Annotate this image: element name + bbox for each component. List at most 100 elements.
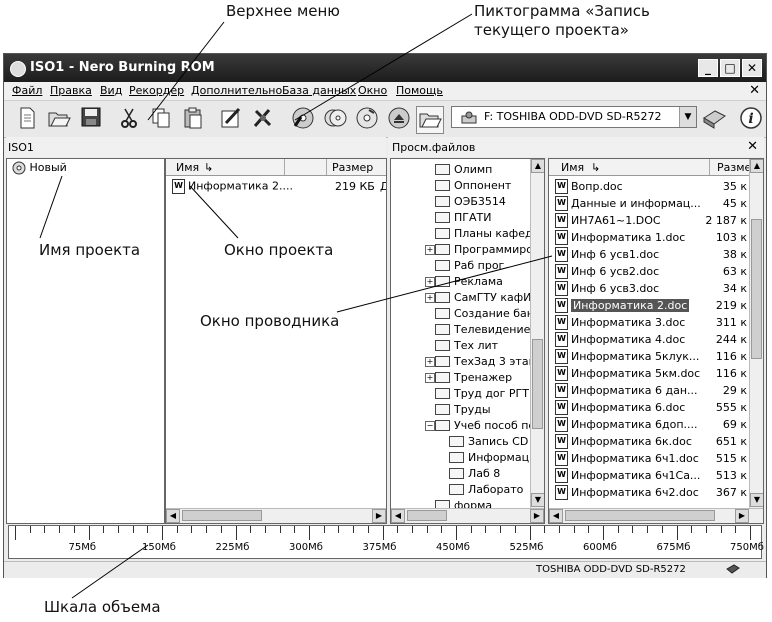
file-row[interactable]: W Информатика 6 дан... 29 к <box>551 382 747 399</box>
disc-info-icon[interactable] <box>354 106 380 132</box>
folder-tree-item[interactable]: + ТехЗад 3 этап <box>391 353 536 370</box>
scroll-thumb[interactable] <box>532 339 543 429</box>
explorer-hscrollbar[interactable]: ◀ ▶ <box>549 508 763 523</box>
info-icon[interactable]: i <box>738 106 764 132</box>
folder-tree-item[interactable]: Телевидение <box>391 321 530 338</box>
scroll-right-icon[interactable]: ▶ <box>735 509 749 523</box>
project-file-row[interactable]: W Информатика 2.... <box>172 179 293 196</box>
burn-icon[interactable] <box>290 106 316 132</box>
title-bar[interactable]: ISO1 - Nero Burning ROM _ □ ✕ <box>4 54 766 82</box>
folder-tree-item[interactable]: Олимп <box>391 161 530 178</box>
browser-close-icon[interactable]: ✕ <box>747 139 758 154</box>
folder-tree-item[interactable]: + Программирова <box>391 241 544 258</box>
copy-icon[interactable] <box>148 106 174 132</box>
scroll-thumb[interactable] <box>182 510 262 521</box>
recorder-icon[interactable] <box>701 106 727 132</box>
explorer-file-pane[interactable]: Имя ↳ Разме W Вопр.doc 35 к W Данные и инфор… <box>548 158 764 524</box>
collapse-icon[interactable]: − <box>425 421 435 431</box>
expand-icon[interactable]: + <box>425 277 435 287</box>
folder-tree-item[interactable]: Труды <box>391 401 530 418</box>
file-row[interactable]: W ИН7А61~1.DOC 2 187 к <box>551 212 747 229</box>
expand-icon[interactable]: + <box>425 293 435 303</box>
menu-edit[interactable]: Правка <box>50 84 92 97</box>
file-row[interactable]: W Информатика 6ч1.doc 515 к <box>551 450 747 467</box>
compile-icon[interactable] <box>218 106 244 132</box>
scroll-thumb[interactable] <box>565 510 715 521</box>
file-row[interactable]: W Информатика 4.doc 244 к <box>551 331 747 348</box>
menu-view[interactable]: Вид <box>100 84 122 97</box>
menu-help[interactable]: Помощь <box>396 84 443 97</box>
browser-icon[interactable] <box>416 106 444 134</box>
scroll-right-icon[interactable]: ▶ <box>530 509 544 523</box>
menu-close-icon[interactable]: ✕ <box>749 83 760 98</box>
close-button[interactable]: ✕ <box>742 59 762 77</box>
column-name[interactable]: Имя <box>176 161 199 174</box>
folder-tree-item[interactable]: Запись CD <box>391 433 530 450</box>
scroll-down-icon[interactable]: ▼ <box>531 493 544 507</box>
folder-tree-item[interactable]: Раб прог <box>391 257 530 274</box>
drive-select[interactable]: F: TOSHIBA ODD-DVD SD-R5272 ▼ <box>451 106 697 128</box>
file-row[interactable]: W Инф 6 усв1.doc 38 к <box>551 246 747 263</box>
folder-tree-item[interactable]: Труд дог РГТ <box>391 385 530 402</box>
copy-disc-icon[interactable] <box>322 106 348 132</box>
file-row[interactable]: W Информатика 1.doc 103 к <box>551 229 747 246</box>
explorer-vscrollbar[interactable]: ▲ ▼ <box>749 159 763 508</box>
file-row[interactable]: W Информатика 6доп.... 69 к <box>551 416 747 433</box>
column-size[interactable]: Разме <box>717 161 751 174</box>
folder-tree-item[interactable]: Лаборато <box>391 481 530 498</box>
cut-icon[interactable] <box>116 106 142 132</box>
file-row[interactable]: W Информатика 3.doc 311 к <box>551 314 747 331</box>
file-row[interactable]: W Инф 6 усв2.doc 63 к <box>551 263 747 280</box>
file-row[interactable]: W Информатика 6.doc 555 к <box>551 399 747 416</box>
file-row[interactable]: W Информатика 6к.doc 651 к <box>551 433 747 450</box>
scroll-thumb[interactable] <box>407 510 447 521</box>
menu-window[interactable]: Окно <box>358 84 387 97</box>
scroll-left-icon[interactable]: ◀ <box>166 509 180 523</box>
folder-vscrollbar[interactable]: ▲ ▼ <box>530 159 544 508</box>
project-hscrollbar[interactable]: ◀ ▶ <box>166 508 386 523</box>
open-icon[interactable] <box>46 106 72 132</box>
new-icon[interactable] <box>14 106 40 132</box>
eject-icon[interactable] <box>386 106 412 132</box>
scroll-up-icon[interactable]: ▲ <box>531 159 544 173</box>
folder-tree-item[interactable]: Планы кафед <box>391 225 533 242</box>
folder-tree-item[interactable]: Оппонент <box>391 177 530 194</box>
menu-database[interactable]: База данных <box>282 84 356 97</box>
folder-tree-item[interactable]: Информац <box>391 449 530 466</box>
expand-icon[interactable]: + <box>425 357 435 367</box>
minimize-button[interactable]: _ <box>698 59 718 77</box>
folder-hscrollbar[interactable]: ◀ ▶ <box>391 508 544 523</box>
file-row[interactable]: W Данные и информац... 45 к <box>551 195 747 212</box>
folder-tree-item[interactable]: + Реклама <box>391 273 530 290</box>
scroll-left-icon[interactable]: ◀ <box>549 509 563 523</box>
paste-icon[interactable] <box>180 106 206 132</box>
project-tree-root[interactable]: Новый <box>12 161 67 178</box>
folder-tree-item[interactable]: Создание бан <box>391 305 534 322</box>
expand-icon[interactable]: + <box>425 245 435 255</box>
expand-icon[interactable]: + <box>425 373 435 383</box>
file-row[interactable]: W Информатика 5км.doc 116 к <box>551 365 747 382</box>
scroll-left-icon[interactable]: ◀ <box>391 509 405 523</box>
file-row-selected[interactable]: W Информатика 2.doc 219 к <box>551 297 747 314</box>
folder-tree-item[interactable]: Лаб 8 <box>391 465 530 482</box>
project-window-pane[interactable]: Имя ↳ Размер WИнформатика 2.... 219 КБ Д… <box>165 158 387 524</box>
menu-file[interactable]: Файл <box>12 84 42 97</box>
scroll-down-icon[interactable]: ▼ <box>750 493 763 507</box>
folder-tree-item[interactable]: ПГАТИ <box>391 209 530 226</box>
scroll-thumb[interactable] <box>751 219 762 359</box>
chevron-down-icon[interactable]: ▼ <box>679 107 696 127</box>
file-row[interactable]: W Информатика 6ч2.doc 367 к <box>551 484 747 501</box>
folder-tree-pane[interactable]: Олимп Оппонент ОЭБ3514 ПГАТИ Планы кафед + Про… <box>390 158 545 524</box>
file-row[interactable]: W Инф 6 усв3.doc 34 к <box>551 280 747 297</box>
save-icon[interactable] <box>78 106 104 132</box>
file-row[interactable]: W Информатика 6ч1Са... 513 к <box>551 467 747 484</box>
file-row[interactable]: W Информатика 5клук... 116 к <box>551 348 747 365</box>
folder-tree-item[interactable]: + СамГТУ кафИ <box>391 289 531 306</box>
folder-tree-item[interactable]: ОЭБ3514 <box>391 193 530 210</box>
menu-extras[interactable]: Дополнительно <box>191 84 282 97</box>
folder-tree-item[interactable]: Тех лит <box>391 337 530 354</box>
burn-settings-icon[interactable] <box>250 106 276 132</box>
folder-tree-item[interactable]: − Учеб пособ пс <box>391 417 534 434</box>
file-row[interactable]: W Вопр.doc 35 к <box>551 178 747 195</box>
scroll-up-icon[interactable]: ▲ <box>750 159 763 173</box>
